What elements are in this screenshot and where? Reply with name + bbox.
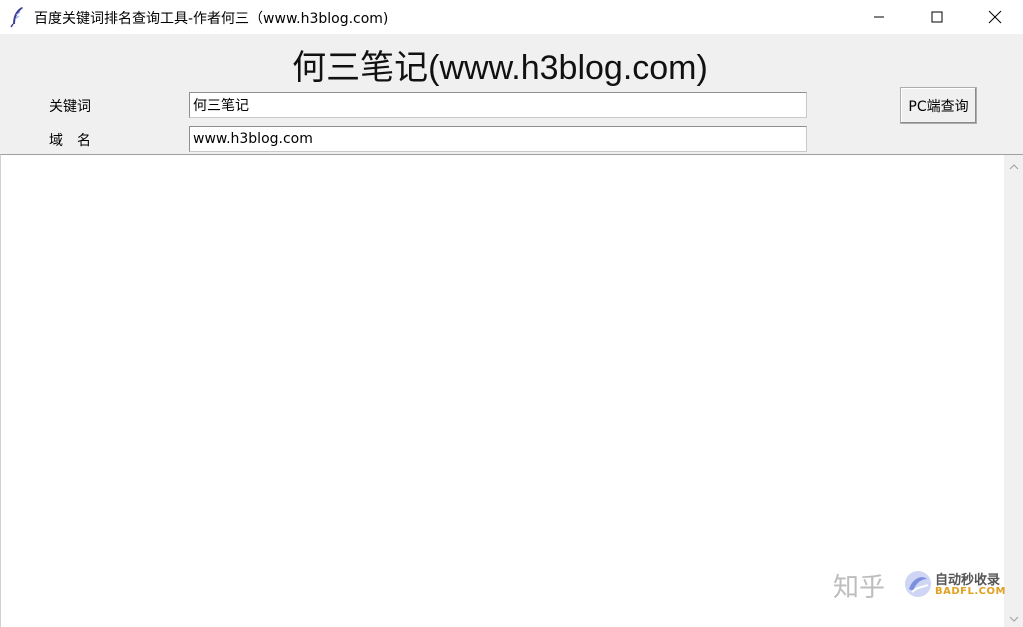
pc-query-button[interactable]: PC端查询: [900, 87, 977, 124]
watermark-line2: BADFL.COM: [935, 586, 1006, 597]
results-scrollbar[interactable]: [1004, 154, 1023, 627]
watermark-brand: 知乎: [833, 573, 886, 603]
watermark-logo-icon: [903, 569, 933, 599]
scroll-down-icon[interactable]: [1004, 611, 1023, 627]
maximize-icon: [931, 11, 943, 23]
minimize-icon: [874, 16, 884, 18]
app-banner: 何三笔记(www.h3blog.com): [292, 49, 708, 87]
domain-label: 域名: [49, 133, 105, 149]
close-icon: [988, 10, 1002, 24]
feather-icon: [10, 6, 26, 28]
results-text-area[interactable]: [0, 154, 1004, 627]
keyword-label: 关键词: [49, 99, 91, 115]
close-button[interactable]: [966, 0, 1023, 34]
app-client-area: 何三笔记(www.h3blog.com) 关键词 域名 PC端查询: [0, 34, 1023, 627]
maximize-button[interactable]: [908, 0, 966, 34]
title-bar: 百度关键词排名查询工具-作者何三（www.h3blog.com): [0, 0, 1023, 34]
keyword-input[interactable]: [189, 92, 807, 118]
window-title: 百度关键词排名查询工具-作者何三（www.h3blog.com): [34, 11, 389, 27]
watermark: 知乎 自动秒收录 BADFL.COM: [833, 565, 1005, 605]
scroll-up-icon[interactable]: [1004, 159, 1023, 175]
domain-input[interactable]: [189, 126, 807, 152]
minimize-button[interactable]: [850, 0, 908, 34]
